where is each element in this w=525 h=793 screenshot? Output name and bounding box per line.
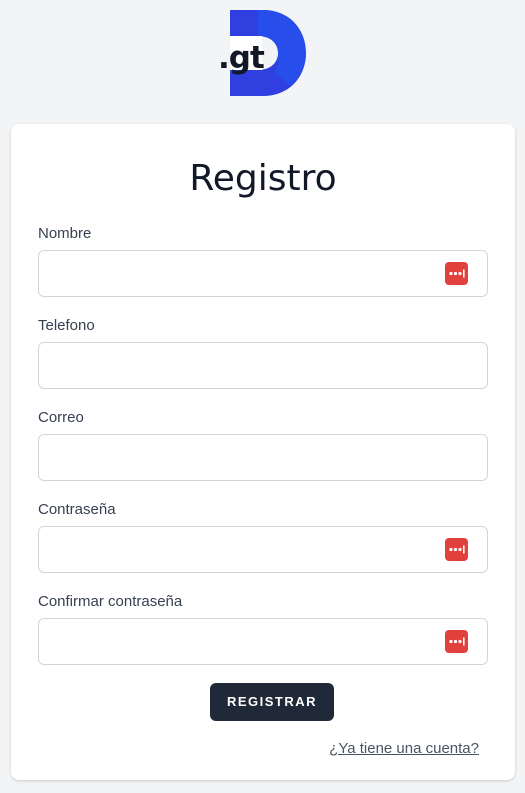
contrasena-label: Contraseña	[38, 501, 116, 518]
register-button[interactable]: REGISTRAR	[210, 683, 334, 721]
correo-input[interactable]	[38, 434, 488, 481]
nombre-input[interactable]	[38, 250, 488, 297]
confirmar-contrasena-label: Confirmar contraseña	[38, 593, 183, 610]
telefono-input[interactable]	[38, 342, 488, 389]
logo: .gt	[218, 10, 308, 96]
telefono-label: Telefono	[38, 317, 95, 334]
contrasena-input[interactable]	[38, 526, 488, 573]
confirmar-contrasena-input[interactable]	[38, 618, 488, 665]
page-title: Registro	[189, 158, 337, 199]
password-manager-icon[interactable]	[445, 630, 468, 653]
password-manager-icon[interactable]	[445, 262, 468, 285]
correo-label: Correo	[38, 409, 84, 426]
register-card: Registro Nombre Telefono Correo Contrase…	[11, 124, 515, 780]
logo-text: .gt	[218, 40, 265, 76]
login-link[interactable]: ¿Ya tiene una cuenta?	[329, 740, 479, 757]
header: .gt	[0, 0, 525, 110]
password-manager-icon[interactable]	[445, 538, 468, 561]
nombre-label: Nombre	[38, 225, 92, 242]
